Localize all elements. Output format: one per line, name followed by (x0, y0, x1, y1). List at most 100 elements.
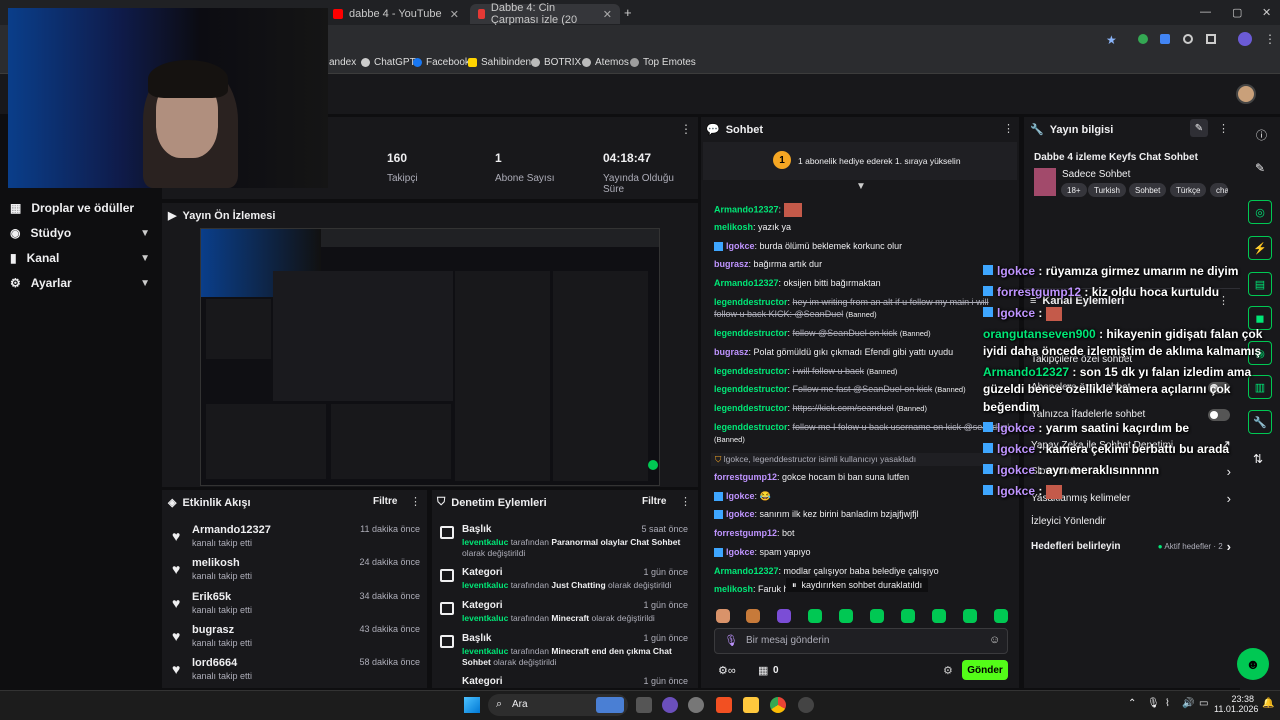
goals-item[interactable]: Hedefleri belirleyin ● Aktif hedefler · 2… (1031, 539, 1231, 554)
list-item[interactable]: ♥ bugrasz kanalı takip etti 43 dakika önce (172, 624, 422, 657)
chat-message[interactable]: Armando12327: modlar çalışıyor baba bele… (714, 565, 1014, 577)
emote-icon[interactable] (808, 609, 822, 623)
rail-button-camera[interactable]: ◎ (1248, 200, 1272, 224)
avatar[interactable] (1236, 84, 1256, 104)
chat-message[interactable]: Armando12327: oksijen bitti bağırmaktan (714, 277, 1014, 289)
chat-message[interactable]: lgokce: sanırım ilk kez birini banladım … (714, 508, 1014, 520)
tag-more[interactable]: cha (1210, 183, 1228, 197)
chat-username[interactable]: forrestgump12 (714, 472, 777, 482)
store-icon[interactable] (716, 697, 732, 713)
chat-username[interactable]: forrestgump12 (714, 528, 777, 538)
more-options-icon[interactable]: ⋮ (1003, 122, 1014, 135)
obs-icon[interactable] (798, 697, 814, 713)
extension-icon[interactable] (1138, 34, 1148, 44)
emote-icon[interactable] (901, 609, 915, 623)
edit-icon[interactable]: ✎ (1255, 161, 1265, 175)
chat-username[interactable]: melikosh (714, 222, 753, 232)
chat-input-placeholder[interactable]: Bir mesaj gönderin (746, 635, 829, 646)
chat-username[interactable]: legenddestructor (714, 403, 788, 413)
sidebar-item-studio[interactable]: ◉ Stüdyo ▼ (10, 226, 150, 240)
gear-icon[interactable]: ⚙ (943, 664, 953, 677)
list-item[interactable]: Kategori 1 gün önce leventkaluc tarafından… (440, 600, 690, 628)
emote-icon[interactable] (777, 609, 791, 623)
emote-icon[interactable] (994, 609, 1008, 623)
chat-username[interactable]: Armando12327 (714, 566, 779, 576)
chat-message[interactable]: forrestgump12: gokce hocam bi ban suna l… (714, 471, 1014, 483)
more-options-icon[interactable]: ⋮ (680, 495, 691, 508)
chat-message[interactable]: legenddestructor: Follow me fast @SeanDu… (714, 383, 1014, 396)
tab-dabbe[interactable]: Dabbe 4: Cin Çarpması izle (20 ✕ (470, 2, 620, 26)
profile-icon[interactable] (1238, 32, 1252, 46)
info-icon[interactable]: ⓘ (1256, 127, 1267, 143)
puzzle-icon[interactable] (1206, 34, 1216, 44)
tab-youtube[interactable]: dabbe 4 - YouTube ✕ (325, 4, 467, 24)
chat-message[interactable]: lgokce: spam yapıyo (714, 546, 1014, 558)
tag-turkish[interactable]: Turkish (1088, 183, 1126, 197)
close-icon[interactable]: ✕ (450, 8, 459, 21)
tag-18plus[interactable]: 18+ (1061, 183, 1087, 197)
list-item[interactable]: Kategori 1 gün önce leventkaluc tarafından… (440, 567, 690, 595)
chat-message[interactable]: bugrasz: bağırma artık dur (714, 258, 1014, 270)
emote-icon[interactable] (870, 609, 884, 623)
moderation-filter-button[interactable]: Filtre (642, 496, 666, 507)
rail-button-lightning[interactable]: ⚡ (1248, 236, 1272, 260)
task-view-icon[interactable] (636, 697, 652, 713)
more-options-icon[interactable]: ⋮ (410, 495, 421, 508)
file-explorer-icon[interactable] (743, 697, 759, 713)
help-chat-button[interactable]: ☻ (1237, 648, 1269, 680)
raid-item[interactable]: İzleyici Yönlendir (1031, 516, 1231, 527)
list-item[interactable]: Başlık 5 saat önce leventkaluc tarafından … (440, 524, 690, 558)
sidebar-item-channel[interactable]: ▮ Kanal ▼ (10, 251, 150, 265)
list-item[interactable]: Kategori 1 gün önce (440, 676, 690, 688)
emote-icon[interactable] (716, 609, 730, 623)
chat-paused-notice[interactable]: ⏸ kaydırırken sohbet duraklatıldı (786, 578, 929, 592)
rail-button-stack[interactable]: ▥ (1248, 375, 1272, 399)
send-button[interactable]: Gönder (962, 660, 1008, 680)
chat-username[interactable]: lgokce (726, 241, 755, 251)
list-item[interactable]: Başlık 1 gün önce leventkaluc tarafından M… (440, 633, 690, 667)
bookmark-botrix[interactable]: BOTRIX (531, 57, 581, 68)
network-icon[interactable]: ⌇ (1165, 698, 1170, 709)
bookmark-atemos[interactable]: Atemos (582, 57, 629, 68)
app-icon[interactable] (662, 697, 678, 713)
tag-sohbet[interactable]: Sohbet (1129, 183, 1167, 197)
chat-username[interactable]: legenddestructor (714, 328, 788, 338)
chat-username[interactable]: Armando12327 (714, 204, 779, 214)
close-window-button[interactable]: ✕ (1262, 6, 1271, 19)
extension-icon[interactable] (1183, 34, 1193, 44)
chat-username[interactable]: bugrasz (714, 347, 749, 357)
more-options-icon[interactable]: ⋮ (1218, 294, 1229, 307)
chat-message[interactable]: legenddestructor: https://kick.com/seand… (714, 402, 1014, 415)
windows-start-icon[interactable] (464, 697, 480, 713)
chat-message[interactable]: lgokce: 😂 (714, 490, 1014, 502)
chat-username[interactable]: bugrasz (714, 259, 749, 269)
clock[interactable]: 23:38 11.01.2026 (1214, 694, 1258, 714)
chat-username[interactable]: legenddestructor (714, 297, 788, 307)
chevron-down-icon[interactable]: ▼ (856, 181, 866, 192)
chat-message[interactable]: legenddestructor: follow @SeanDuel on ki… (714, 327, 1014, 340)
emoji-icon[interactable]: ☺ (989, 634, 1000, 646)
sidebar-item-drops[interactable]: ▦ Droplar ve ödüller (10, 201, 160, 215)
chat-message[interactable]: Armando12327: (714, 203, 1014, 217)
more-options-icon[interactable]: ⋮ (680, 122, 692, 136)
maximize-button[interactable]: ▢ (1232, 6, 1242, 19)
new-tab-button[interactable]: + (624, 5, 632, 20)
battery-icon[interactable]: ▭ (1199, 698, 1208, 709)
chat-username[interactable]: lgokce (726, 491, 755, 501)
bookmark-chatgpt[interactable]: ChatGPT (361, 57, 416, 68)
chrome-icon[interactable] (770, 697, 786, 713)
chat-message[interactable]: bugrasz: Polat gömüldü gıkı çıkmadı Efen… (714, 346, 1014, 358)
notification-icon[interactable]: 🔔 (1262, 698, 1274, 709)
bookmark-top-emotes[interactable]: Top Emotes (630, 57, 696, 68)
microphone-icon[interactable]: 🎙 (724, 634, 738, 647)
bookmark-sahibinden[interactable]: Sahibinden (468, 57, 531, 68)
chat-username[interactable]: legenddestructor (714, 384, 788, 394)
chat-message[interactable]: legenddestructor: i will follow u back (… (714, 365, 1014, 378)
channel-points-icon[interactable]: ⚙∞ (718, 664, 736, 677)
list-item[interactable]: ♥ lord6664 kanalı takip etti 58 dakika önce (172, 657, 422, 690)
split-icon[interactable]: ⇅ (1253, 452, 1263, 466)
star-icon[interactable]: ★ (1106, 33, 1117, 47)
edit-icon[interactable]: ✎ (1190, 119, 1208, 137)
bookmark-facebook[interactable]: Facebook (413, 57, 470, 68)
list-item[interactable]: ♥ Armando12327 kanalı takip etti 11 dakika … (172, 524, 422, 557)
